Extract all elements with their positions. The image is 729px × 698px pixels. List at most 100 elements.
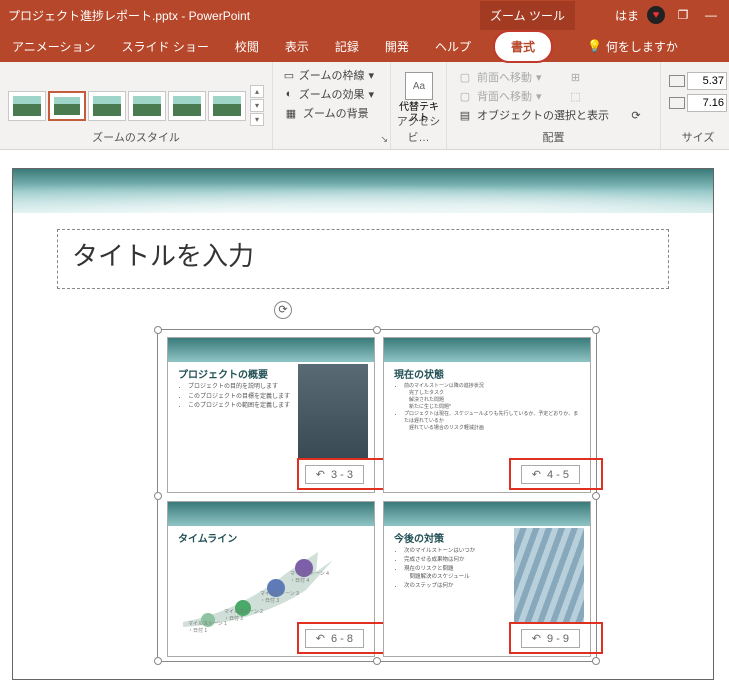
- group-label: ズームのスタイル: [0, 127, 272, 147]
- user-area: はま ♥ ❐ —: [615, 6, 721, 24]
- milestone-label: マイルストーン 3・日付 3: [260, 590, 299, 604]
- tab-review[interactable]: 校閲: [231, 32, 263, 61]
- annotation-box: [509, 622, 603, 654]
- effect-icon: ◐: [283, 86, 295, 102]
- resize-handle[interactable]: [592, 492, 600, 500]
- resize-handle[interactable]: [373, 326, 381, 334]
- tab-animation[interactable]: アニメーション: [8, 32, 100, 61]
- thumb-body: 前のマイルストーン以降の進捗状況 完了したタスク 解決された問題 新たに生じた問…: [384, 383, 590, 432]
- list-item: 新たに生じた問題*: [404, 404, 580, 411]
- style-thumb[interactable]: [8, 91, 46, 121]
- thumb-image-person: [298, 364, 368, 458]
- zoom-bg-label: ズームの背景: [303, 105, 369, 121]
- send-backward-button[interactable]: ▢背面へ移動 ▾ ⬚: [455, 87, 646, 105]
- background-icon: ▦: [283, 105, 299, 121]
- tell-me-label: 何をしますか: [606, 38, 678, 55]
- milestone-label: マイルストーン 1・日付 1: [188, 620, 227, 634]
- list-item: 遅れている場合のリスク軽減計画: [404, 425, 580, 432]
- list-item: 前のマイルストーン以降の進捗状況: [404, 383, 580, 390]
- bring-forward-label: 前面へ移動: [477, 69, 532, 85]
- rotate-handle-icon[interactable]: ⟳: [274, 301, 292, 319]
- group-label: サイズ: [661, 127, 729, 147]
- list-item: 解決された問題: [404, 397, 580, 404]
- thumb-header-graphic: [384, 502, 590, 526]
- height-row: [669, 72, 727, 90]
- gallery-scroll[interactable]: ▴▾▾: [250, 85, 264, 126]
- ribbon: ▴▾▾ ズームのスタイル ▭ズームの枠線 ▾ ◐ズームの効果 ▾ ▦ズームの背景…: [0, 62, 729, 150]
- document-title: プロジェクト進捗レポート.pptx - PowerPoint: [8, 7, 250, 24]
- titlebar: プロジェクト進捗レポート.pptx - PowerPoint ズーム ツール は…: [0, 0, 729, 30]
- list-item: プロジェクトは現在、スケジュールよりも先行しているか、予定どおりか、または遅れて…: [404, 411, 580, 425]
- zoom-effect-button[interactable]: ◐ズームの効果 ▾: [281, 85, 376, 103]
- thumb-title: 現在の状態: [384, 362, 590, 383]
- style-thumb[interactable]: [88, 91, 126, 121]
- selection-pane-label: オブジェクトの選択と表示: [477, 107, 609, 123]
- contextual-tab-label: ズーム ツール: [480, 1, 575, 30]
- zoom-border-label: ズームの枠線: [299, 67, 365, 83]
- annotation-box: [297, 458, 391, 490]
- group-label: アクセシビ…: [391, 111, 446, 147]
- resize-handle[interactable]: [154, 492, 162, 500]
- style-thumb[interactable]: [128, 91, 166, 121]
- group-accessibility: Aa 代替テキスト アクセシビ…: [391, 62, 447, 149]
- zoom-bg-button[interactable]: ▦ズームの背景: [281, 104, 376, 122]
- style-thumb-selected[interactable]: [48, 91, 86, 121]
- title-placeholder[interactable]: タイトルを入力: [57, 229, 669, 289]
- tab-view[interactable]: 表示: [281, 32, 313, 61]
- group-zoom-style: ▴▾▾ ズームのスタイル: [0, 62, 273, 149]
- thumb-image-building: [514, 528, 584, 622]
- width-icon: [669, 97, 685, 109]
- resize-handle[interactable]: [154, 326, 162, 334]
- slide-canvas[interactable]: タイトルを入力 ⟳ プロジェクトの概要 プロジェクトの目的を説明します このプロ…: [0, 150, 729, 698]
- group-zoom-commands: ▭ズームの枠線 ▾ ◐ズームの効果 ▾ ▦ズームの背景 ↘: [273, 62, 391, 149]
- dialog-launcher-icon[interactable]: ↘: [380, 134, 388, 145]
- group-label: 配置: [447, 127, 660, 147]
- bring-forward-icon: ▢: [457, 69, 473, 85]
- selection-pane-icon: ▤: [457, 107, 473, 123]
- resize-handle[interactable]: [592, 326, 600, 334]
- ribbon-tabs: アニメーション スライド ショー 校閲 表示 記録 開発 ヘルプ 書式 💡 何を…: [0, 30, 729, 62]
- alt-text-icon: Aa: [405, 72, 433, 100]
- milestone-label: マイルストーン 2・日付 2: [224, 608, 263, 622]
- timeline-arrow-graphic: [178, 542, 358, 632]
- thumb-header-graphic: [384, 338, 590, 362]
- height-input[interactable]: [687, 72, 727, 90]
- send-backward-icon: ▢: [457, 88, 473, 104]
- style-thumb[interactable]: [208, 91, 246, 121]
- zoom-border-button[interactable]: ▭ズームの枠線 ▾: [281, 66, 376, 84]
- annotation-box: [297, 622, 391, 654]
- send-backward-label: 背面へ移動: [477, 88, 532, 104]
- width-input[interactable]: [687, 94, 727, 112]
- resize-handle[interactable]: [154, 657, 162, 665]
- align-icon: ⊞: [568, 69, 584, 85]
- thumb-header-graphic: [168, 338, 374, 362]
- group-size: サイズ: [661, 62, 729, 149]
- border-icon: ▭: [283, 67, 295, 83]
- zoom-effect-label: ズームの効果: [299, 86, 365, 102]
- lightbulb-icon: 💡: [587, 39, 602, 53]
- slide[interactable]: タイトルを入力 ⟳ プロジェクトの概要 プロジェクトの目的を説明します このプロ…: [12, 168, 714, 680]
- tab-slideshow[interactable]: スライド ショー: [118, 32, 213, 61]
- minimize-button[interactable]: —: [701, 8, 721, 22]
- bring-forward-button[interactable]: ▢前面へ移動 ▾ ⊞: [455, 68, 646, 86]
- rotate-icon: ⟳: [628, 107, 644, 123]
- tell-me[interactable]: 💡 何をしますか: [587, 38, 678, 55]
- group-icon: ⬚: [568, 88, 584, 104]
- selection-pane-button[interactable]: ▤オブジェクトの選択と表示 ⟳: [455, 106, 646, 124]
- resize-handle[interactable]: [592, 657, 600, 665]
- style-thumb[interactable]: [168, 91, 206, 121]
- user-name: はま: [615, 7, 639, 24]
- tab-help[interactable]: ヘルプ: [431, 32, 475, 61]
- width-row: [669, 94, 727, 112]
- slide-header-graphic: [13, 169, 713, 223]
- group-arrange: ▢前面へ移動 ▾ ⊞ ▢背面へ移動 ▾ ⬚ ▤オブジェクトの選択と表示 ⟳ 配置: [447, 62, 661, 149]
- milestone-label: マイルストーン 4・日付 4: [290, 570, 329, 584]
- annotation-box: [509, 458, 603, 490]
- ribbon-display-button[interactable]: ❐: [673, 8, 693, 22]
- user-avatar-icon[interactable]: ♥: [647, 6, 665, 24]
- resize-handle[interactable]: [373, 657, 381, 665]
- tab-developer[interactable]: 開発: [381, 32, 413, 61]
- tab-record[interactable]: 記録: [331, 32, 363, 61]
- list-item: 完了したタスク: [404, 390, 580, 397]
- tab-format[interactable]: 書式: [493, 30, 553, 63]
